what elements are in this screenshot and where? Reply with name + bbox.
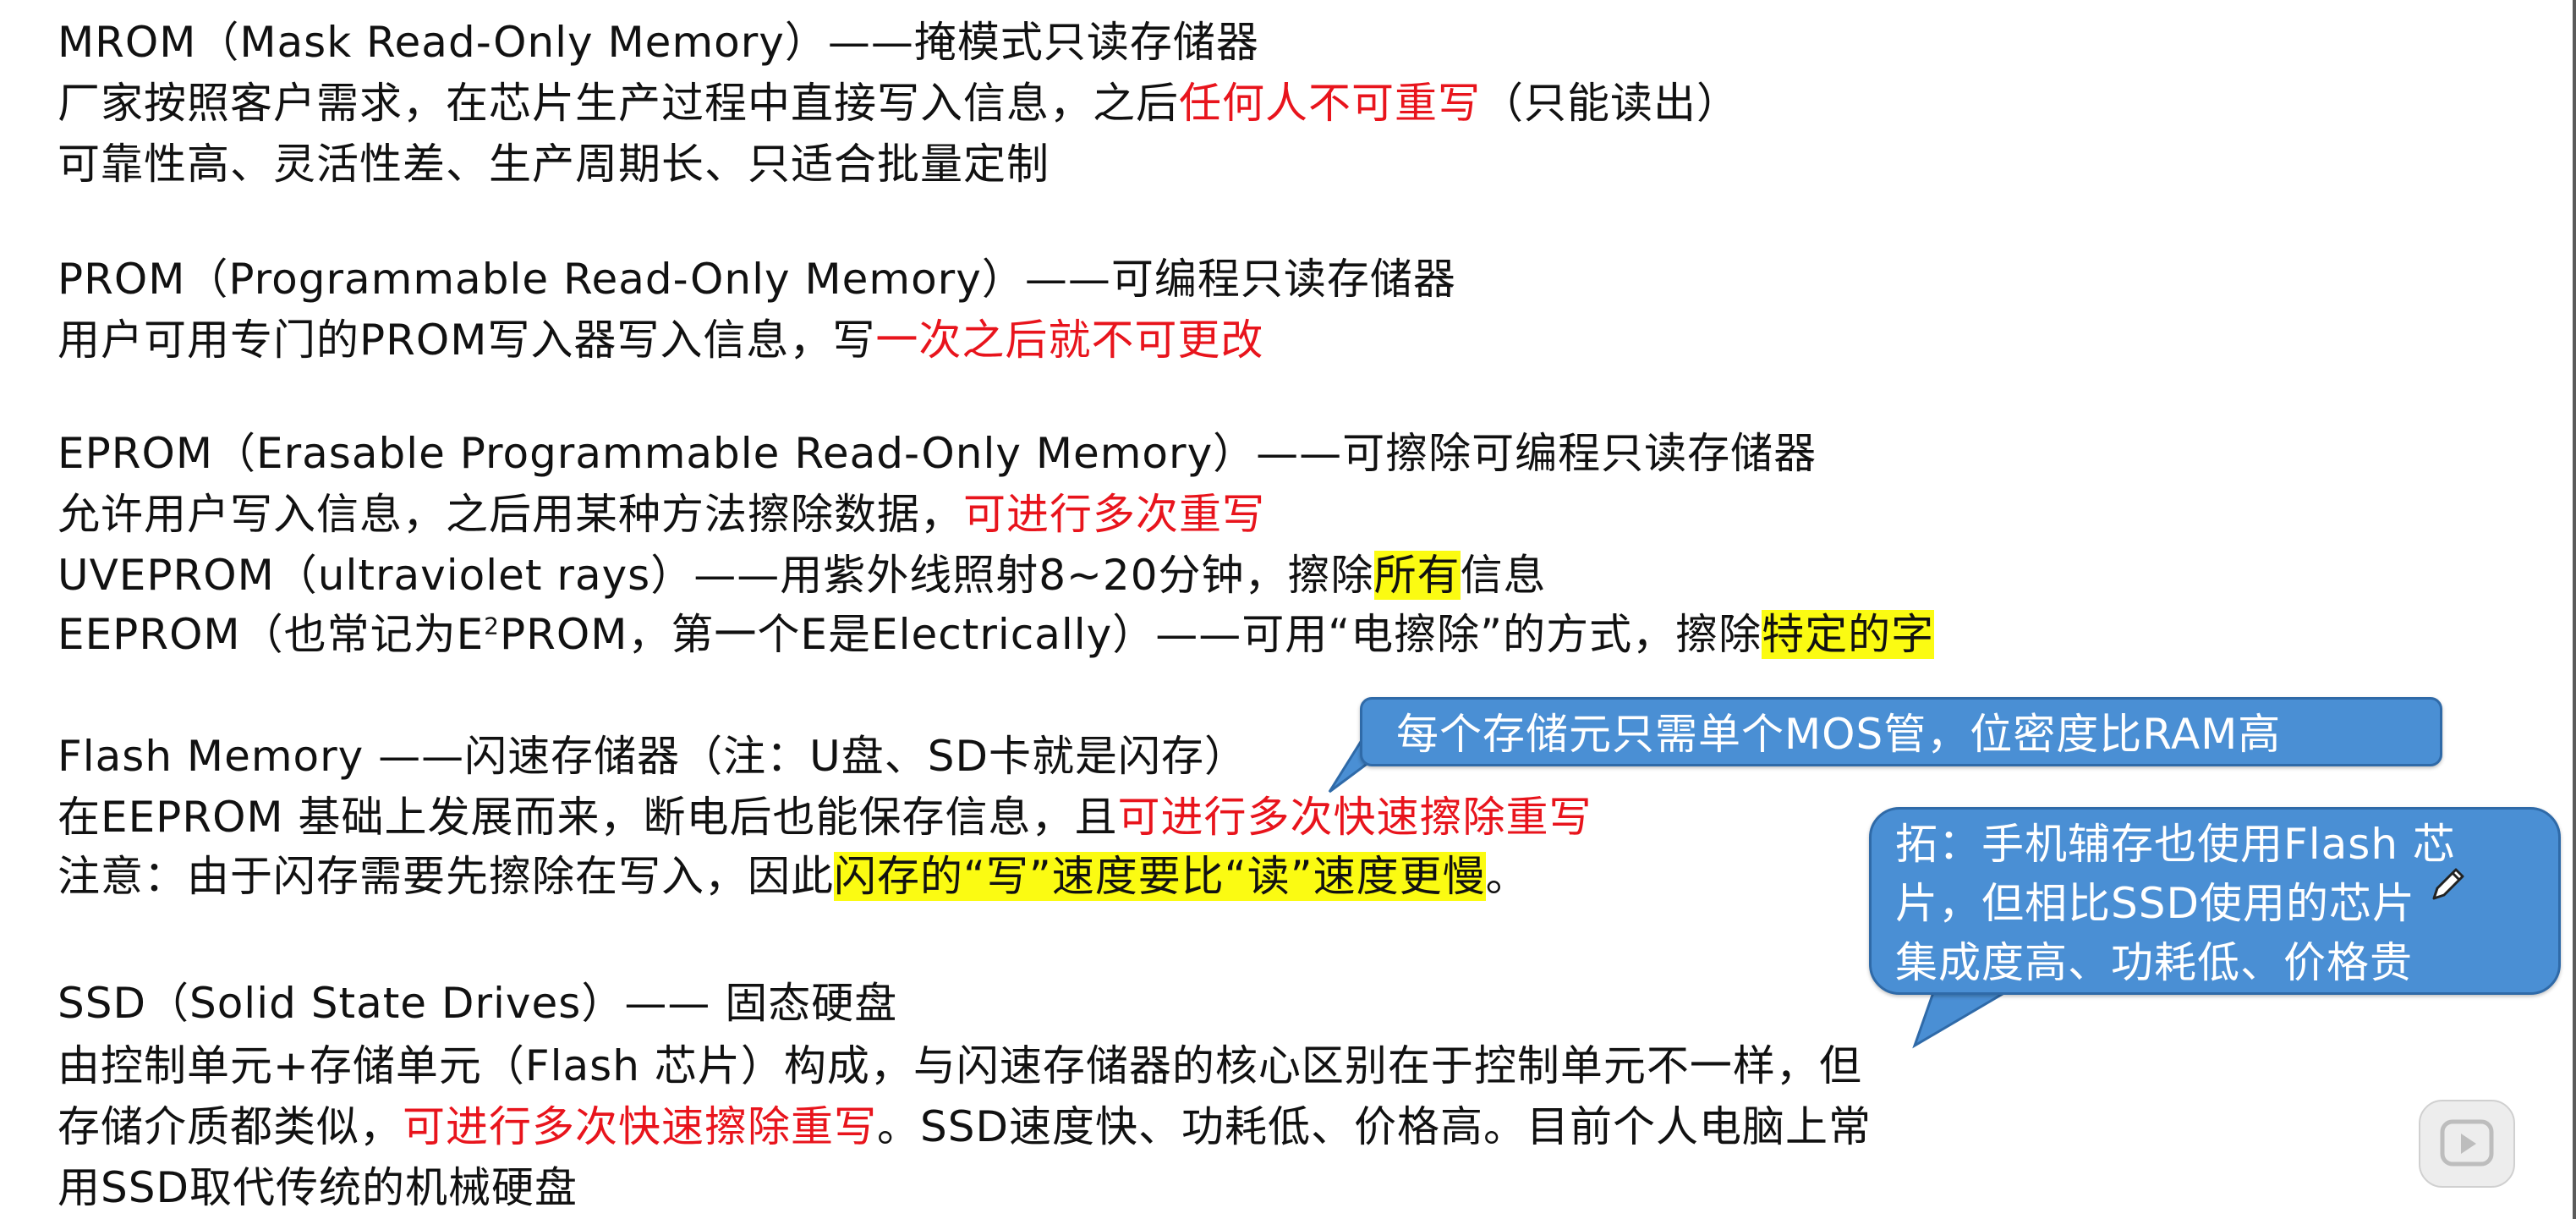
mos-callout: 每个存储元只需单个MOS管，位密度比RAM高 [1360, 697, 2442, 766]
flash-heading: Flash Memory ——闪速存储器（注：U盘、SD卡就是闪存） [58, 732, 1247, 781]
mos-callout-text: 每个存储元只需单个MOS管，位密度比RAM高 [1396, 710, 2282, 759]
prom-heading: PROM（Programmable Read-Only Memory）——可编程… [58, 255, 1456, 304]
eprom-heading: EPROM（Erasable Programmable Read-Only Me… [58, 429, 1817, 478]
mrom-heading: MROM（Mask Read-Only Memory）——掩模式只读存储器 [58, 18, 1259, 67]
eprom-description: 允许用户写入信息，之后用某种方法擦除数据，可进行多次重写 [58, 490, 1265, 539]
flash-description: 在EEPROM 基础上发展而来，断电后也能保存信息，且可进行多次快速擦除重写 [58, 793, 1592, 842]
ssd-heading: SSD（Solid State Drives）—— 固态硬盘 [58, 979, 898, 1028]
mrom-description: 厂家按照客户需求，在芯片生产过程中直接写入信息，之后任何人不可重写（只能读出） [58, 79, 1740, 128]
ssd-description-2: 存储介质都类似，可进行多次快速擦除重写。SSD速度快、功耗低、价格高。目前个人电… [58, 1102, 1872, 1151]
eeprom-highlight: 特定的字 [1762, 610, 1935, 659]
ssd-description-3: 用SSD取代传统的机械硬盘 [58, 1163, 578, 1212]
play-button[interactable] [2419, 1100, 2515, 1188]
play-icon [2440, 1119, 2494, 1167]
uveprom-line: UVEPROM（ultraviolet rays）——用紫外线照射8~20分钟，… [58, 551, 1547, 600]
eprom-red-emphasis: 可进行多次重写 [963, 490, 1265, 539]
mrom-red-emphasis: 任何人不可重写 [1179, 79, 1481, 128]
ssd-red-emphasis: 可进行多次快速擦除重写 [403, 1102, 877, 1151]
prom-red-emphasis: 一次之后就不可更改 [875, 316, 1264, 365]
eeprom-line: EEPROM（也常记为E2PROM，第一个E是Electrically）——可用… [58, 610, 1935, 659]
phone-callout-line-3: 集成度高、功耗低、价格贵 [1895, 938, 2413, 987]
flash-red-emphasis: 可进行多次快速擦除重写 [1117, 793, 1592, 842]
pen-cursor-icon [2432, 868, 2464, 900]
ssd-description-1: 由控制单元+存储单元（Flash 芯片）构成，与闪速存储器的核心区别在于控制单元… [58, 1041, 1862, 1090]
uveprom-highlight: 所有 [1373, 551, 1461, 600]
window-right-border [2573, 0, 2576, 1219]
prom-description: 用户可用专门的PROM写入器写入信息，写一次之后就不可更改 [58, 316, 1264, 365]
mrom-traits: 可靠性高、灵活性差、生产周期长、只适合批量定制 [58, 140, 1050, 189]
eeprom-superscript: 2 [484, 612, 500, 640]
flash-note-highlight: 闪存的“写”速度要比“读”速度更慢 [834, 852, 1486, 901]
flash-note: 注意：由于闪存需要先擦除在写入，因此闪存的“写”速度要比“读”速度更慢。 [58, 852, 1529, 901]
